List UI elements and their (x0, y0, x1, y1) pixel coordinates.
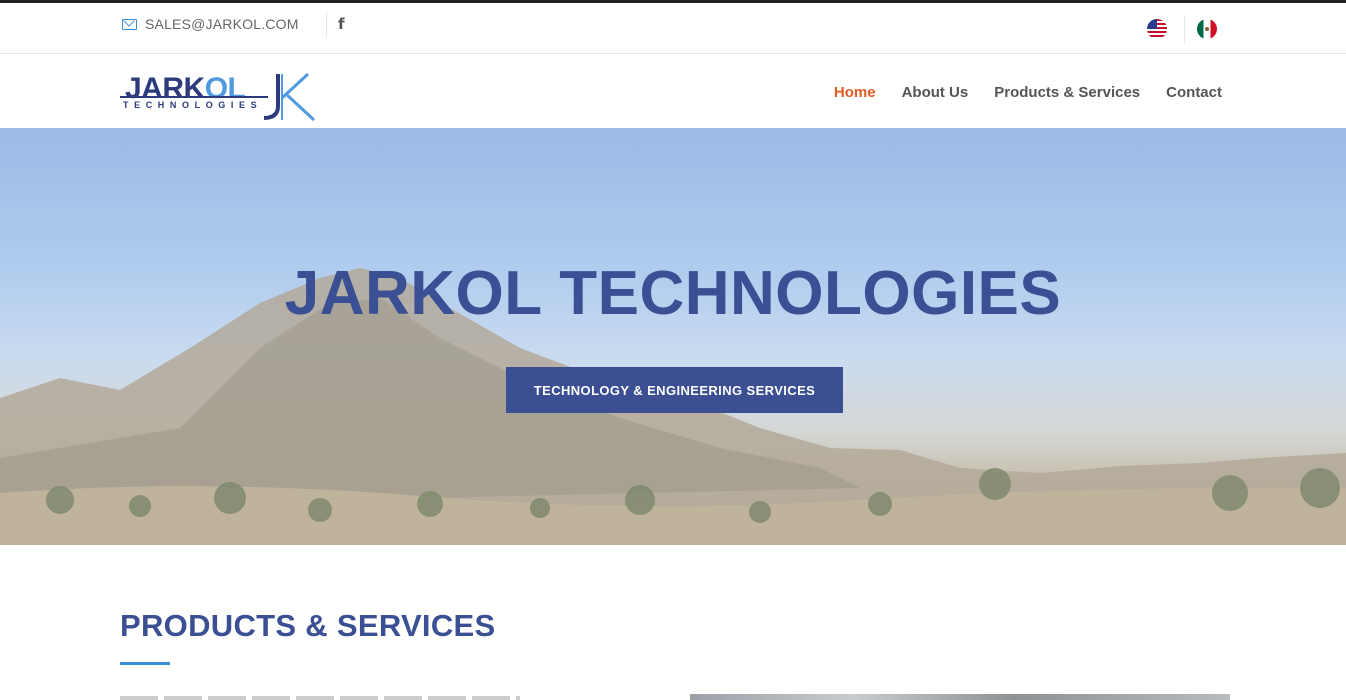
section-text-preview (120, 696, 520, 700)
mexico-flag-icon[interactable] (1197, 19, 1217, 39)
mail-icon (122, 18, 137, 30)
logo-jk-mark (263, 72, 316, 122)
nav-products-services[interactable]: Products & Services (994, 84, 1140, 101)
us-flag-icon[interactable] (1147, 19, 1167, 39)
nav-home[interactable]: Home (834, 84, 876, 101)
hero-banner: JARKOL TECHNOLOGIES TECHNOLOGY & ENGINEE… (0, 128, 1346, 545)
logo-underline (120, 96, 268, 98)
email-text: SALES@JARKOL.COM (145, 16, 299, 32)
logo[interactable]: JARKOL TECHNOLOGIES (120, 72, 320, 122)
nav-contact[interactable]: Contact (1166, 84, 1222, 101)
topbar-divider (326, 13, 327, 37)
section-title: PRODUCTS & SERVICES (120, 608, 496, 643)
site-header: JARKOL TECHNOLOGIES Home About Us Produc… (0, 54, 1346, 128)
hero-cta-button[interactable]: TECHNOLOGY & ENGINEERING SERVICES (506, 367, 843, 413)
hero-title: JARKOL TECHNOLOGIES (284, 259, 1062, 328)
top-bar: SALES@JARKOL.COM f (0, 3, 1346, 54)
hero-overlay (0, 128, 1346, 545)
section-title-underline (120, 662, 170, 665)
flag-divider (1184, 15, 1185, 43)
nav-about-us[interactable]: About Us (902, 84, 969, 101)
email-link[interactable]: SALES@JARKOL.COM (122, 16, 299, 32)
facebook-icon[interactable]: f (338, 15, 345, 33)
section-image (690, 694, 1230, 700)
logo-subtitle: TECHNOLOGIES (123, 100, 263, 110)
main-nav: Home About Us Products & Services Contac… (834, 84, 1222, 101)
